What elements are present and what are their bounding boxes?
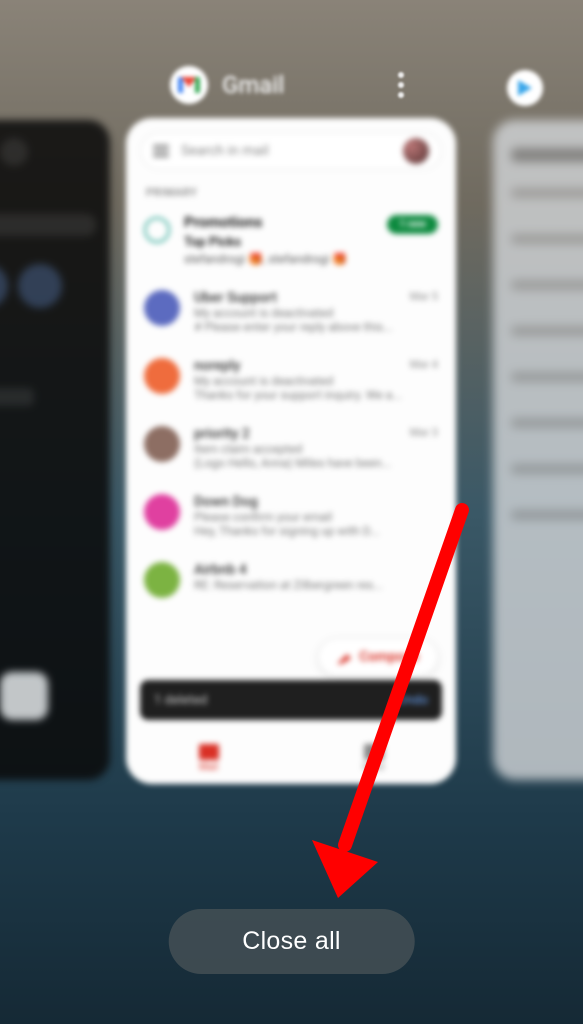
email-subject: RE: Reservation at Zilbergreen res... — [194, 578, 438, 592]
sender-name: Down Dog — [194, 494, 258, 510]
email-date: Mar 4 — [410, 358, 438, 374]
nav-mail[interactable]: Mail — [126, 732, 291, 784]
email-date: Mar 5 — [410, 290, 438, 306]
promo-title: Promotions — [184, 213, 373, 231]
close-all-label: Close all — [242, 927, 341, 955]
snackbar: 1 deleted Undo — [140, 680, 442, 720]
hamburger-icon[interactable] — [153, 145, 169, 157]
compose-label: Compose — [359, 649, 419, 665]
email-row[interactable]: noreply Mar 4 My account is deactivated T… — [140, 346, 442, 414]
app-header: Gmail — [170, 66, 284, 104]
sender-avatar — [144, 290, 180, 326]
email-subject: Please confirm your email — [194, 510, 438, 524]
sender-name: noreply — [194, 358, 240, 374]
snackbar-undo[interactable]: Undo — [398, 693, 428, 708]
email-row[interactable]: Uber Support Mar 5 My account is deactiva… — [140, 278, 442, 346]
email-subject: Item claim accepted — [194, 442, 438, 456]
promotions-row[interactable]: Promotions Top Picks stefandrogi 🎁, stef… — [140, 207, 442, 278]
search-placeholder: Search in mail — [181, 143, 391, 159]
avatar[interactable] — [403, 138, 429, 164]
email-row[interactable]: Down Dog Please confirm your email Hey, … — [140, 482, 442, 550]
email-row[interactable]: priority 2 Mar 3 Item claim accepted (Log… — [140, 414, 442, 482]
meet-icon — [364, 744, 384, 760]
app-title: Gmail — [222, 71, 284, 99]
sender-avatar — [144, 358, 180, 394]
sender-avatar — [144, 494, 180, 530]
recent-app-card-gmail[interactable]: Search in mail PRIMARY Promotions Top Pi… — [126, 118, 456, 784]
email-preview: Hey, Thanks for signing up with D... — [194, 524, 438, 538]
recent-app-card-left[interactable] — [0, 120, 110, 780]
promotions-icon — [144, 217, 170, 243]
sender-name: priority 2 — [194, 426, 250, 442]
mail-icon — [199, 744, 219, 760]
gmail-icon — [170, 66, 208, 104]
app-icon — [0, 672, 48, 720]
section-label: PRIMARY — [140, 170, 442, 207]
email-subject: My account is deactivated — [194, 374, 438, 388]
email-preview: # Please enter your reply above this... — [194, 320, 438, 334]
pencil-icon — [337, 650, 351, 664]
sender-name: Airbnb 4 — [194, 562, 247, 578]
email-row[interactable]: Airbnb 4 RE: Reservation at Zilbergreen … — [140, 550, 442, 610]
snackbar-text: 1 deleted — [154, 693, 207, 708]
promo-badge: 1 new — [387, 215, 438, 234]
promo-subtitle: Top Picks — [184, 235, 373, 250]
sender-avatar — [144, 426, 180, 462]
email-date: Mar 3 — [410, 426, 438, 442]
compose-button[interactable]: Compose — [318, 638, 438, 676]
close-all-button[interactable]: Close all — [168, 909, 415, 974]
email-subject: My account is deactivated — [194, 306, 438, 320]
email-preview: (Logo Hello, Anna) Miles have been... — [194, 456, 438, 470]
play-store-icon — [507, 70, 543, 106]
promo-detail: stefandrogi 🎁, stefandrogi 🎁 — [184, 252, 373, 266]
nav-meet[interactable]: Meet — [291, 732, 456, 784]
sender-avatar — [144, 562, 180, 598]
email-preview: Thanks for your support inquiry. We a... — [194, 388, 438, 402]
kebab-menu-icon[interactable] — [390, 72, 412, 98]
bottom-nav: Mail Meet — [126, 732, 456, 784]
search-bar[interactable]: Search in mail — [140, 132, 442, 170]
recent-app-card-right[interactable] — [493, 120, 583, 780]
sender-name: Uber Support — [194, 290, 277, 306]
